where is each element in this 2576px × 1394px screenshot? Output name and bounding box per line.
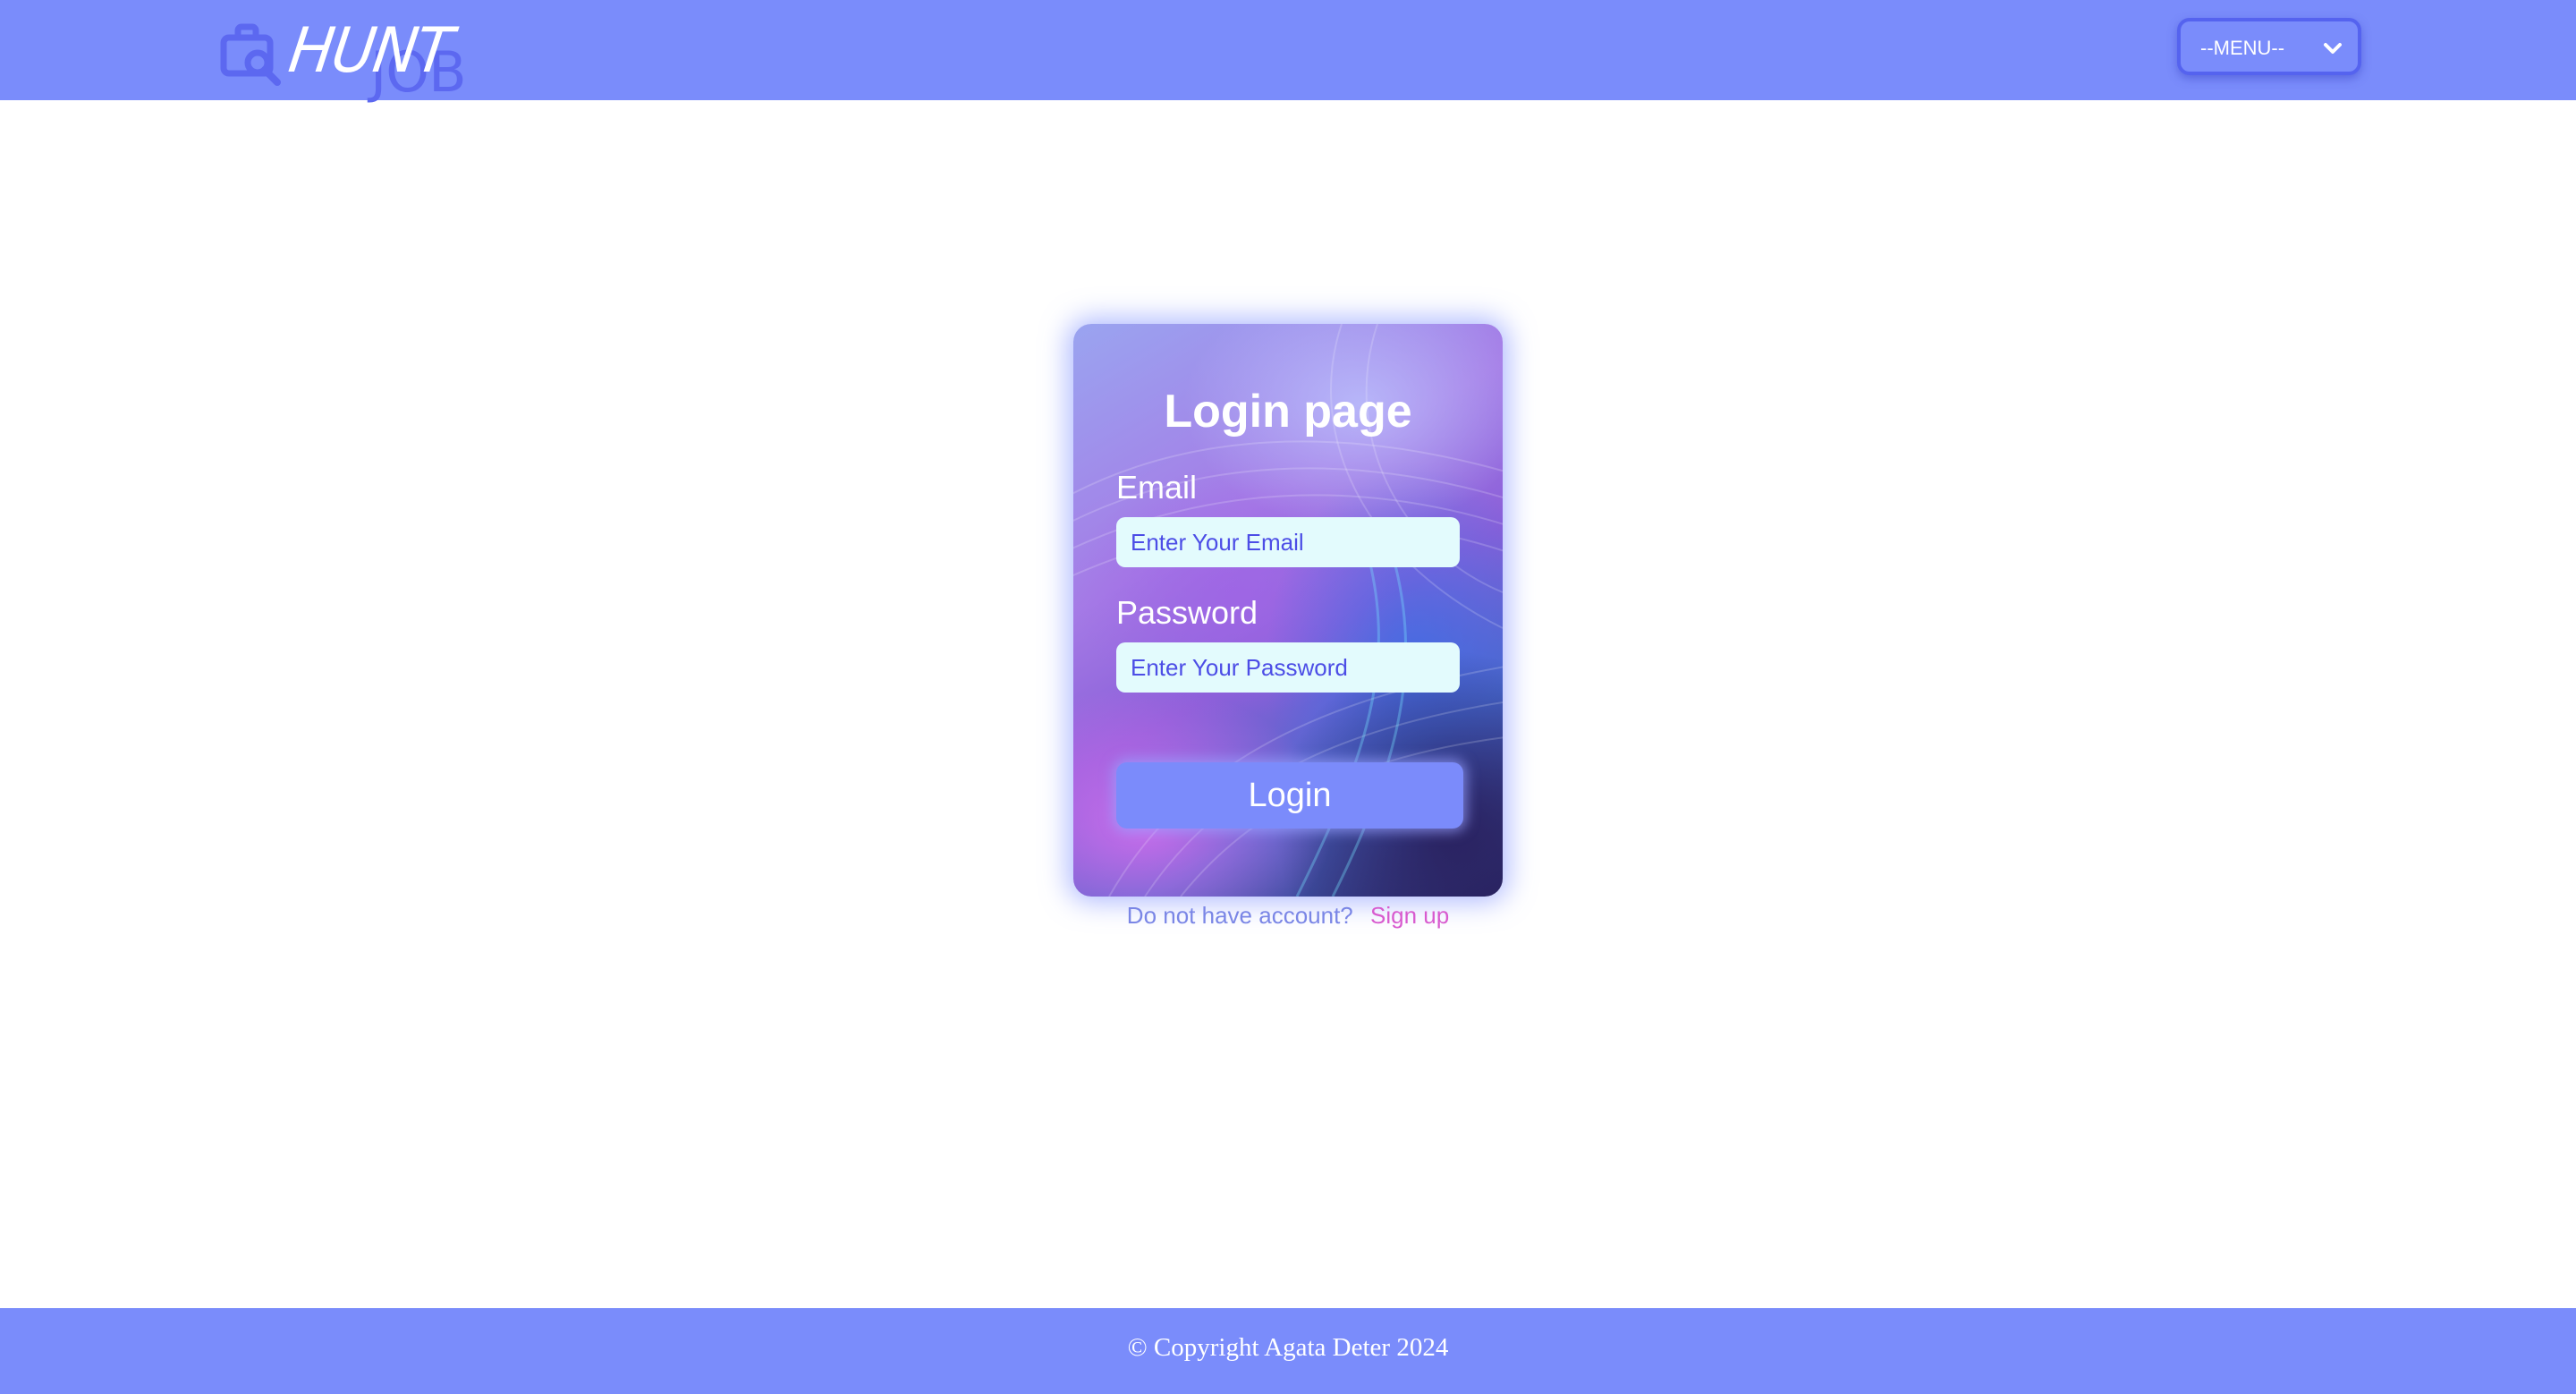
site-logo[interactable]: JOB HUNT: [218, 14, 487, 105]
signup-prompt: Do not have account?: [1126, 902, 1353, 929]
password-field[interactable]: [1116, 642, 1460, 693]
menu-dropdown-label: --MENU--: [2200, 37, 2285, 59]
login-button[interactable]: Login: [1116, 762, 1463, 829]
chevron-down-icon: [2324, 43, 2342, 54]
login-title: Login page: [1164, 386, 1412, 438]
copyright-text: © Copyright Agata Deter 2024: [1127, 1333, 1449, 1362]
signup-link[interactable]: Sign up: [1370, 902, 1449, 929]
email-field[interactable]: [1116, 517, 1460, 567]
menu-dropdown[interactable]: --MENU--: [2177, 18, 2361, 75]
login-card: Login page Email Password Login: [1073, 324, 1503, 897]
email-label: Email: [1116, 469, 1198, 506]
site-footer: © Copyright Agata Deter 2024: [0, 1308, 2576, 1394]
briefcase-search-icon: [220, 23, 281, 86]
logo-text-hunt: HUNT: [284, 14, 456, 87]
site-header: JOB HUNT --MENU--: [0, 0, 2576, 105]
password-label: Password: [1116, 594, 1258, 631]
signup-row: Do not have account? Sign up: [1073, 902, 1503, 930]
